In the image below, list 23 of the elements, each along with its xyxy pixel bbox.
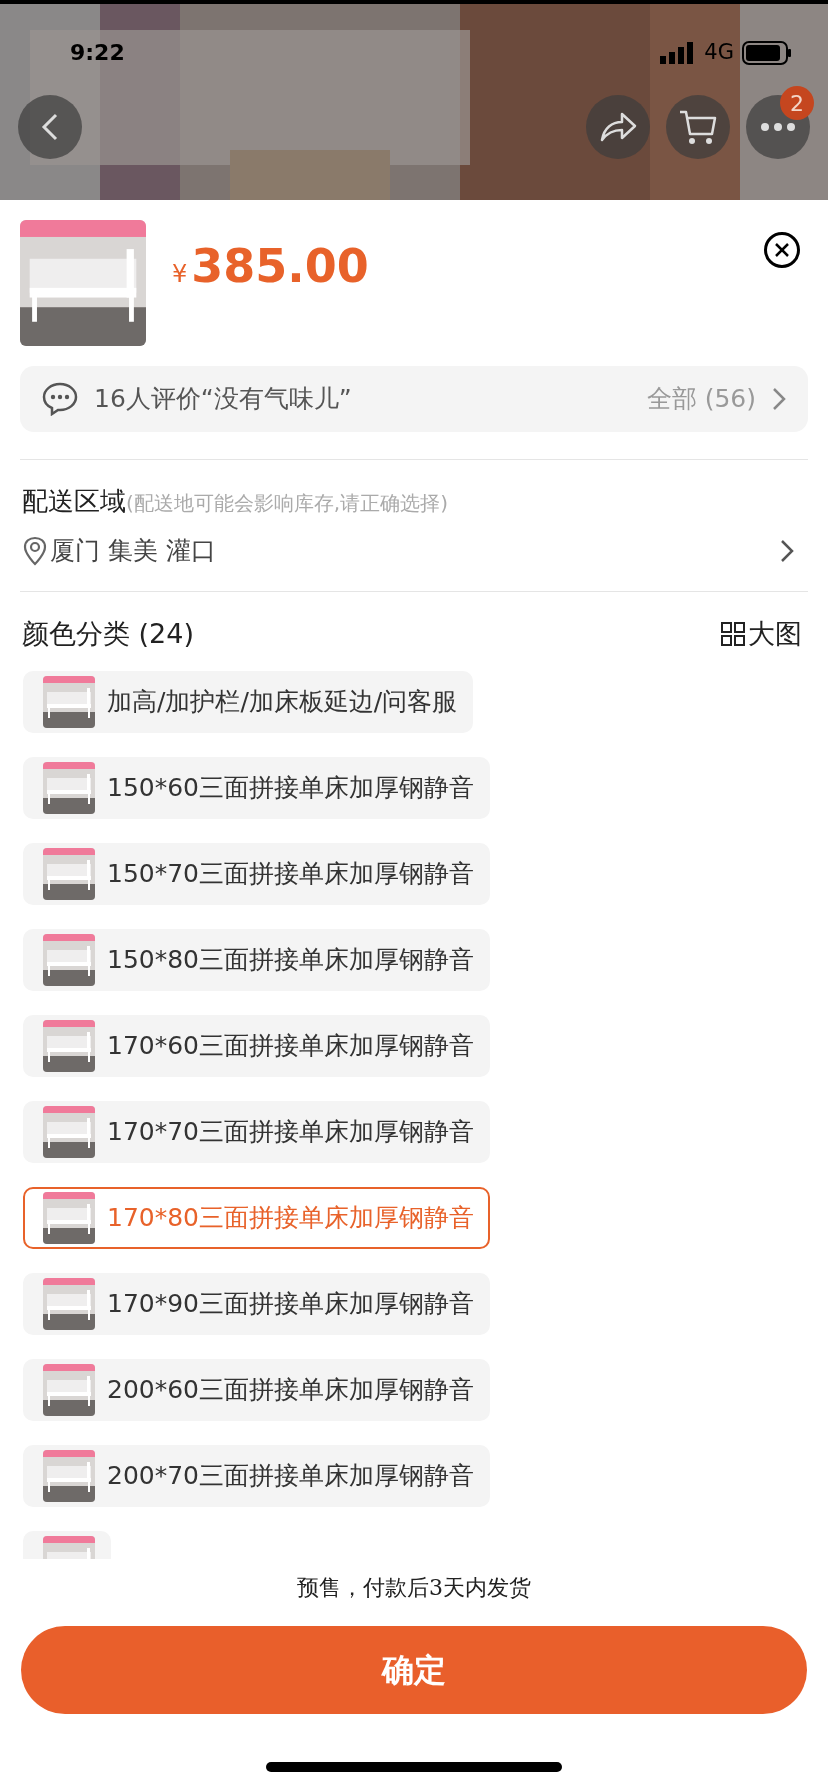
color-option[interactable]: 200*60三面拼接单床加厚钢静音 [23, 1358, 491, 1421]
all-reviews-count: 全部 (56) [646, 383, 756, 416]
color-option[interactable]: 加高/加护栏/加床板延边/问客服 [23, 670, 474, 733]
color-section-title: 颜色分类 (24) [22, 617, 194, 651]
status-time: 9:22 [70, 39, 125, 67]
color-option[interactable]: 150*60三面拼接单床加厚钢静音 [23, 756, 491, 819]
color-option[interactable]: 170*90三面拼接单床加厚钢静音 [23, 1272, 491, 1335]
network-label: 4G [704, 38, 734, 66]
color-option[interactable]: 150*70三面拼接单床加厚钢静音 [23, 842, 491, 905]
price: 385.00 [191, 238, 369, 295]
review-summary: 16人评价“没有气味儿” [94, 383, 352, 416]
delivery-title: 配送区域 [22, 485, 126, 518]
review-bar[interactable]: 16人评价“没有气味儿” 全部 (56) [20, 366, 808, 432]
currency-symbol: ¥ [172, 259, 188, 290]
color-option[interactable]: 170*70三面拼接单床加厚钢静音 [23, 1100, 491, 1163]
color-option[interactable]: 170*60三面拼接单床加厚钢静音 [23, 1014, 491, 1077]
shipping-note: 预售，付款后3天内发货 [297, 1574, 531, 1602]
delivery-location: 厦门 集美 灌口 [50, 535, 216, 568]
delivery-hint: (配送地可能会影响库存,请正确选择) [126, 490, 448, 517]
location-row[interactable]: 厦门 集美 灌口 [0, 531, 828, 571]
large-view-button[interactable]: 大图 [720, 614, 802, 655]
color-option[interactable]: 200*70三面拼接单床加厚钢静音 [23, 1444, 491, 1507]
color-option[interactable]: 150*80三面拼接单床加厚钢静音 [23, 928, 491, 991]
